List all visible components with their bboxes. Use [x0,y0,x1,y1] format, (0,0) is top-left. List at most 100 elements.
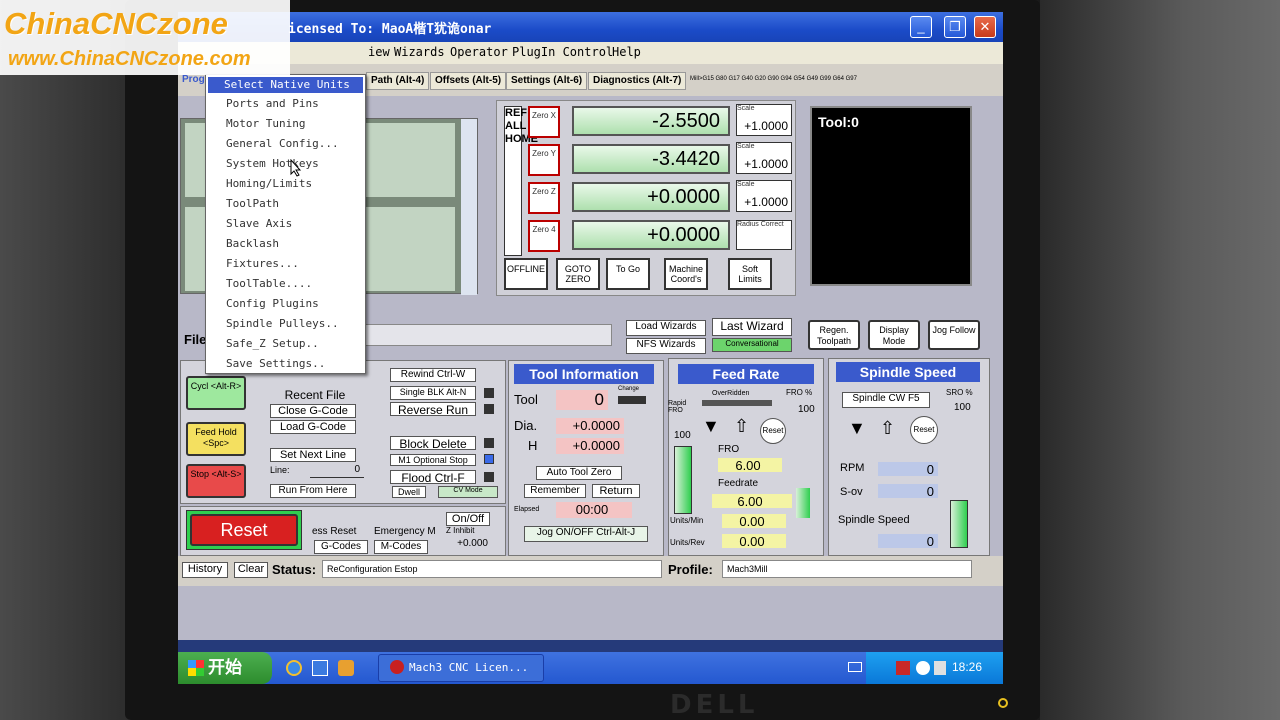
menu-item-fixtures[interactable]: Fixtures... [226,257,299,270]
rapid-fro-slider[interactable] [674,446,692,514]
tab-settings[interactable]: Settings (Alt-6) [506,72,588,90]
history-button[interactable]: History [182,562,228,578]
z-inhibit-onoff-button[interactable]: On/Off [446,512,490,526]
conversational-button[interactable]: Conversational [712,338,792,352]
menu-item-general-config[interactable]: General Config... [226,137,339,150]
maximize-button[interactable]: ❐ [944,16,966,38]
tab-offsets[interactable]: Offsets (Alt-5) [430,72,507,90]
scale-z[interactable]: Scale +1.0000 [736,180,792,212]
fro-value[interactable]: 6.00 [718,458,782,473]
network-icon[interactable] [916,661,930,675]
menu-item-save-settings[interactable]: Save Settings.. [226,357,325,370]
load-wizards-button[interactable]: Load Wizards [626,320,706,336]
menu-operator[interactable]: Operator [450,45,508,59]
spindle-reset-button[interactable]: Reset [910,416,938,444]
soft-limits-button[interactable]: Soft Limits [728,258,772,290]
reset-button[interactable]: Reset [190,514,298,546]
regen-toolpath-button[interactable]: Regen. Toolpath [808,320,860,350]
spindle-up-icon[interactable]: ⇧ [880,418,895,439]
menu-item-safe-z-setup[interactable]: Safe_Z Setup.. [226,337,319,350]
to-go-button[interactable]: To Go [606,258,650,290]
radius-correct-button[interactable]: Radius Correct [736,220,792,250]
close-gcode-button[interactable]: Close G-Code [270,404,356,418]
goto-zero-button[interactable]: GOTO ZERO [556,258,600,290]
clear-button[interactable]: Clear [234,562,268,578]
spindle-speed-slider[interactable] [950,500,968,548]
tool-number-field[interactable]: 0 [556,390,608,410]
tab-diagnostics[interactable]: Diagnostics (Alt-7) [588,72,687,90]
menu-item-homing-limits[interactable]: Homing/Limits [226,177,312,190]
single-block-button[interactable]: Single BLK Alt-N [390,386,476,400]
feed-reset-button[interactable]: Reset [760,418,786,444]
tab-toolpath[interactable]: Path (Alt-4) [366,72,430,90]
close-button[interactable]: ✕ [974,16,996,38]
offline-button[interactable]: OFFLINE [504,258,548,290]
tool-height-field[interactable]: +0.0000 [556,438,624,454]
menu-item-backlash[interactable]: Backlash [226,237,279,250]
line-field[interactable]: 0 [310,464,364,478]
menu-item-spindle-pulleys[interactable]: Spindle Pulleys.. [226,317,339,330]
scale-y[interactable]: Scale +1.0000 [736,142,792,174]
menu-item-ports-pins[interactable]: Ports and Pins [226,97,319,110]
stop-button[interactable]: Stop <Alt-S> [186,464,246,498]
feed-hold-button[interactable]: Feed Hold <Spc> [186,422,246,456]
rewind-button[interactable]: Rewind Ctrl-W [390,368,476,382]
jog-onoff-button[interactable]: Jog ON/OFF Ctrl-Alt-J [524,526,648,542]
cycle-start-button[interactable]: Cycl <Alt-R> [186,376,246,410]
load-gcode-button[interactable]: Load G-Code [270,420,356,434]
volume-icon[interactable] [934,661,946,675]
machine-coords-button[interactable]: Machine Coord's [664,258,708,290]
user-icon[interactable] [338,660,354,676]
menu-view[interactable]: iew [368,45,390,59]
ie-icon[interactable] [286,660,302,676]
ref-all-home-button[interactable]: REF ALL HOME [504,106,538,256]
scale-x[interactable]: Scale +1.0000 [736,104,792,136]
spindle-cw-button[interactable]: Spindle CW F5 [842,392,930,408]
feedrate-value[interactable]: 6.00 [712,494,792,509]
zero-z-button[interactable]: Zero Z [528,182,560,214]
menu-wizards[interactable]: Wizards [394,45,445,59]
feed-up-icon[interactable]: ⇧ [734,416,749,437]
m1-optional-stop-button[interactable]: M1 Optional Stop [390,454,476,466]
change-tool-button[interactable] [618,396,646,404]
tool-dia-field[interactable]: +0.0000 [556,418,624,434]
flood-button[interactable]: Flood Ctrl-F [390,470,476,485]
recent-file-button[interactable]: Recent File [270,388,360,402]
run-from-here-button[interactable]: Run From Here [270,484,356,498]
menu-item-tooltable[interactable]: ToolTable.... [226,277,312,290]
set-next-line-button[interactable]: Set Next Line [270,448,356,462]
spindle-speed-value[interactable]: 0 [878,534,938,549]
keyboard-icon[interactable] [848,662,862,672]
jog-follow-button[interactable]: Jog Follow [928,320,980,350]
feedrate-slider[interactable] [796,488,810,518]
zero-x-button[interactable]: Zero X [528,106,560,138]
tool-info-title: Tool Information [514,364,654,384]
clock[interactable]: 18:26 [952,660,982,674]
desktop-icon[interactable] [312,660,328,676]
menu-item-system-hotkeys[interactable]: System Hotkeys [226,157,319,170]
remember-button[interactable]: Remember [524,484,586,498]
auto-tool-zero-button[interactable]: Auto Tool Zero [536,466,622,480]
gcodes-button[interactable]: G-Codes [314,540,368,554]
menu-help[interactable]: Help [612,45,641,59]
menu-plugin-control[interactable]: PlugIn Control [512,45,613,59]
nfs-wizards-button[interactable]: NFS Wizards [626,338,706,354]
mcodes-button[interactable]: M-Codes [374,540,428,554]
menu-item-motor-tuning[interactable]: Motor Tuning [226,117,305,130]
menu-item-config-plugins[interactable]: Config Plugins [226,297,319,310]
spindle-down-icon[interactable]: ▼ [848,418,866,439]
menu-item-select-native-units[interactable]: Select Native Units [208,77,363,93]
menu-item-slave-axis[interactable]: Slave Axis [226,217,292,230]
gcode-scrollbar[interactable] [461,119,477,295]
flag-icon[interactable] [896,661,910,675]
return-button[interactable]: Return [592,484,640,498]
last-wizard-button[interactable]: Last Wizard [712,318,792,336]
zero-4-button[interactable]: Zero 4 [528,220,560,252]
block-delete-button[interactable]: Block Delete [390,436,476,451]
reverse-run-button[interactable]: Reverse Run [390,402,476,417]
minimize-button[interactable]: _ [910,16,932,38]
display-mode-button[interactable]: Display Mode [868,320,920,350]
feed-down-icon[interactable]: ▼ [702,416,720,437]
menu-item-toolpath[interactable]: ToolPath [226,197,279,210]
zero-y-button[interactable]: Zero Y [528,144,560,176]
